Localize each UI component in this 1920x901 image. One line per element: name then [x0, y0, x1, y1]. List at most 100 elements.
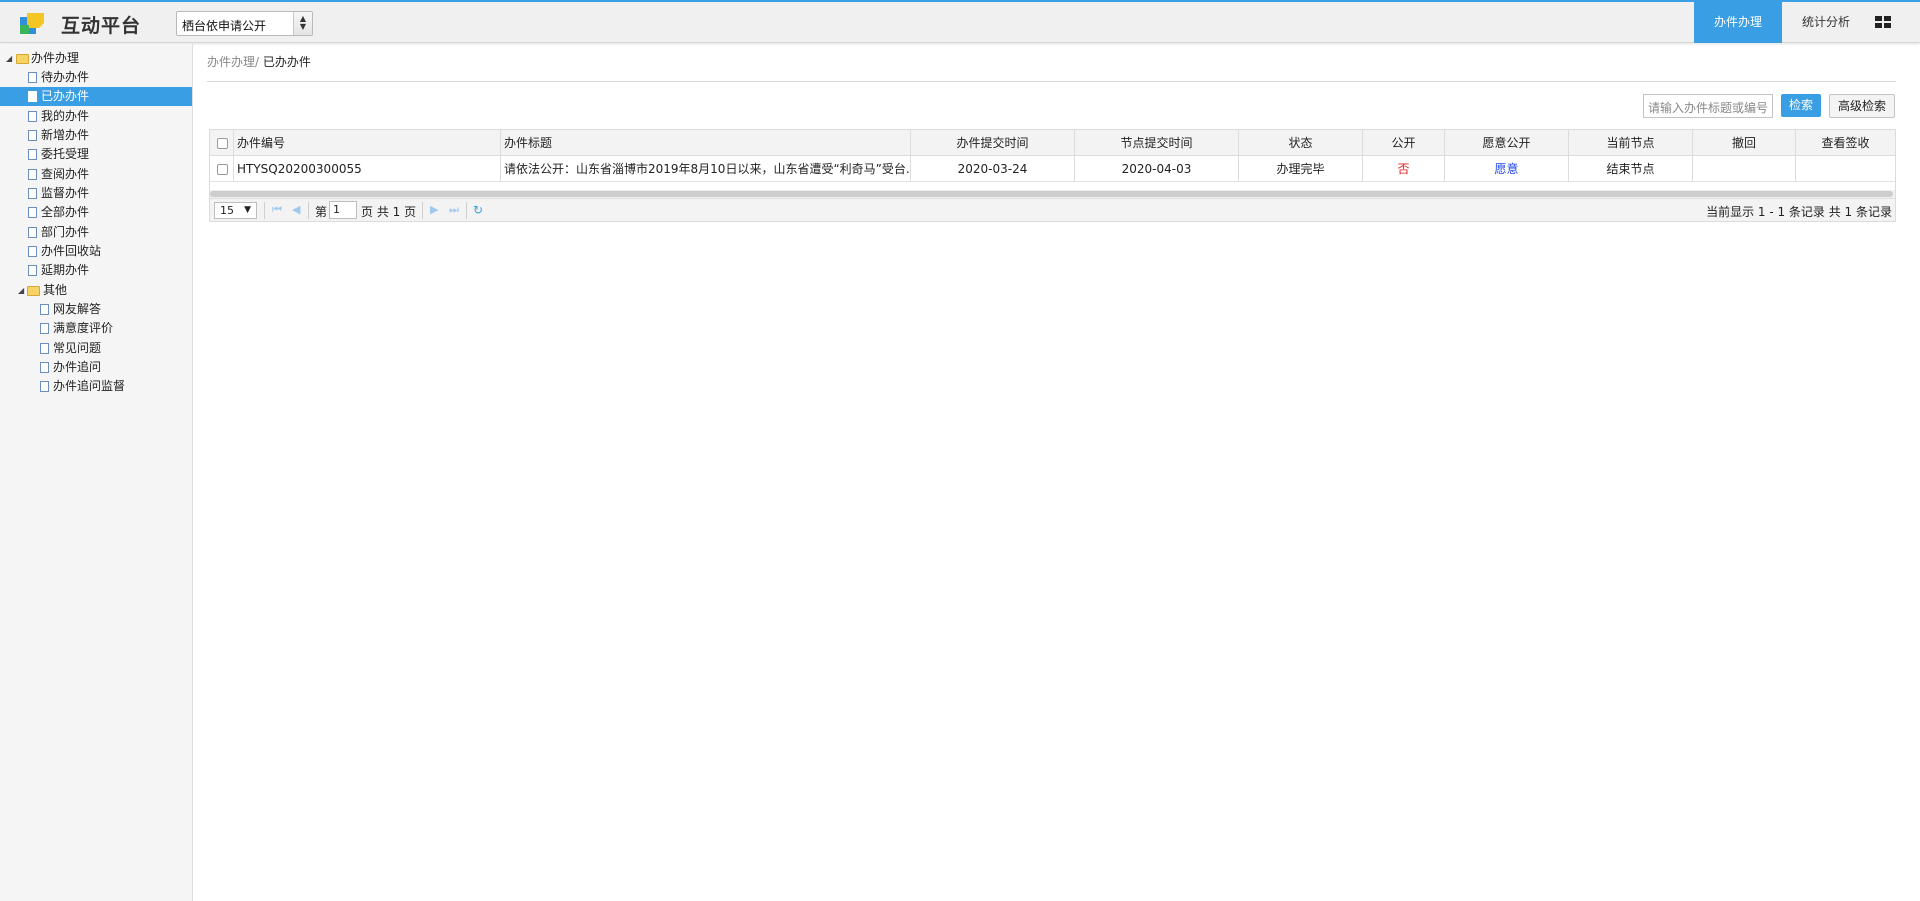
file-icon [40, 304, 49, 315]
sidebar-item-pending[interactable]: 待办办件 [0, 68, 192, 87]
sidebar-item-extended[interactable]: 延期办件 [0, 261, 192, 280]
row-checkbox[interactable] [217, 164, 228, 175]
collapse-icon[interactable]: ◢ [6, 49, 12, 68]
tab-statistics[interactable]: 统计分析 [1782, 2, 1870, 43]
site-select-value: 栖台依申请公开 [182, 19, 267, 33]
file-icon [40, 381, 49, 392]
sidebar-item-label: 已办办件 [41, 89, 90, 103]
column-header[interactable]: 办件提交时间 [911, 130, 1075, 156]
node-time: 2020-04-03 [1075, 156, 1239, 182]
file-icon [28, 130, 37, 141]
withdraw-cell[interactable] [1693, 156, 1796, 182]
column-header[interactable]: 办件标题 [501, 130, 911, 156]
app-logo-icon [20, 13, 44, 34]
divider [308, 202, 309, 219]
breadcrumb-parent[interactable]: 办件办理/ [207, 55, 259, 69]
page-number-input[interactable]: 1 [329, 201, 357, 219]
sidebar-item-label: 延期办件 [41, 263, 90, 277]
first-page-icon[interactable]: ⏮ [272, 204, 282, 216]
sidebar-item-label: 办件追问 [53, 360, 102, 374]
sidebar-item-delegated[interactable]: 委托受理 [0, 145, 192, 164]
sidebar-item-my-cases[interactable]: 我的办件 [0, 107, 192, 126]
sidebar-item-department[interactable]: 部门办件 [0, 223, 192, 242]
column-header[interactable]: 公开 [1363, 130, 1445, 156]
sidebar-item-all[interactable]: 全部办件 [0, 203, 192, 222]
column-header[interactable]: 办件编号 [234, 130, 501, 156]
file-icon [28, 169, 37, 180]
search-input[interactable]: 请输入办件标题或编号 [1643, 94, 1773, 118]
sidebar-item-label: 办件回收站 [41, 244, 102, 258]
sidebar-item-recycle-bin[interactable]: 办件回收站 [0, 242, 192, 261]
sidebar-item-label: 网友解答 [53, 302, 102, 316]
collapse-icon[interactable]: ◢ [18, 281, 24, 300]
divider [207, 81, 1896, 82]
sidebar-group-other[interactable]: ◢ 其他 [0, 281, 192, 300]
search-button[interactable]: 检索 [1781, 94, 1821, 117]
tab-case-handling[interactable]: 办件办理 [1694, 2, 1782, 43]
next-page-icon[interactable]: ▶ [430, 204, 438, 216]
sidebar-item-label: 待办办件 [41, 70, 90, 84]
file-icon [28, 149, 37, 160]
column-header[interactable]: 撤回 [1693, 130, 1796, 156]
file-icon [40, 343, 49, 354]
column-header[interactable]: 节点提交时间 [1075, 130, 1239, 156]
case-title[interactable]: 请依法公开：山东省淄博市2019年8月10日以来，山东省遭受“利奇马”受台... [501, 156, 911, 182]
sidebar-item-faq[interactable]: 常见问题 [0, 339, 192, 358]
horizontal-scrollbar[interactable] [210, 190, 1895, 198]
column-header[interactable]: 查看签收 [1796, 130, 1895, 156]
file-icon [28, 72, 37, 83]
folder-icon [27, 286, 40, 296]
sidebar-item-handled[interactable]: 已办办件 [0, 87, 192, 106]
public-flag: 否 [1363, 156, 1445, 182]
status: 办理完毕 [1239, 156, 1363, 182]
divider [264, 202, 265, 219]
page-size-value: 15 [220, 204, 234, 217]
view-sign-cell[interactable] [1796, 156, 1895, 182]
pagination-bar: 15 ▼ ⏮ ◀ 第 1 页 共 1 页 ▶ ⏭ ↻ 当前显示 1 - 1 条记… [210, 198, 1895, 221]
page-total: 页 共 1 页 [361, 205, 417, 219]
sidebar-item-supervise[interactable]: 监督办件 [0, 184, 192, 203]
column-header[interactable]: 当前节点 [1569, 130, 1693, 156]
sidebar-item-view[interactable]: 查阅办件 [0, 165, 192, 184]
sidebar-item-follow-up[interactable]: 办件追问 [0, 358, 192, 377]
column-header[interactable]: 状态 [1239, 130, 1363, 156]
refresh-icon[interactable]: ↻ [473, 203, 483, 217]
last-page-icon[interactable]: ⏭ [449, 204, 459, 216]
sidebar-item-label: 我的办件 [41, 109, 90, 123]
sidebar-item-label: 常见问题 [53, 341, 102, 355]
folder-icon [16, 54, 29, 64]
file-icon [28, 91, 37, 102]
select-updown-icon: ▲ ▼ [293, 12, 312, 35]
file-icon [28, 227, 37, 238]
sidebar-item-label: 查阅办件 [41, 167, 90, 181]
sidebar-item-follow-up-supervise[interactable]: 办件追问监督 [0, 377, 192, 396]
sidebar-item-satisfaction[interactable]: 满意度评价 [0, 319, 192, 338]
table-row[interactable]: HTYSQ20200300055 请依法公开：山东省淄博市2019年8月10日以… [210, 156, 1895, 182]
breadcrumb-current: 已办办件 [262, 55, 311, 69]
breadcrumb: 办件办理/ 已办办件 [207, 53, 311, 70]
prev-page-icon[interactable]: ◀ [292, 204, 300, 216]
divider [422, 202, 423, 219]
current-node: 结束节点 [1569, 156, 1693, 182]
divider [466, 202, 467, 219]
sidebar: ◢ 办件办理 待办办件 已办办件 我的办件 新增办件 委托受理 查阅办件 监督办… [0, 44, 193, 901]
willing-public[interactable]: 愿意 [1445, 156, 1569, 182]
apps-grid-icon[interactable] [1875, 16, 1891, 29]
advanced-search-button[interactable]: 高级检索 [1829, 94, 1895, 118]
file-icon [28, 188, 37, 199]
case-id: HTYSQ20200300055 [234, 156, 501, 182]
sidebar-item-netizen-answers[interactable]: 网友解答 [0, 300, 192, 319]
page-size-select[interactable]: 15 ▼ [214, 202, 257, 219]
record-info: 当前显示 1 - 1 条记录 共 1 条记录 [1706, 205, 1892, 219]
site-select[interactable]: 栖台依申请公开 ▲ ▼ [176, 11, 313, 36]
sidebar-item-label: 办件追问监督 [53, 379, 126, 393]
sidebar-item-label: 新增办件 [41, 128, 90, 142]
scrollbar-thumb[interactable] [210, 191, 1893, 197]
sidebar-group-label: 办件办理 [31, 51, 80, 65]
sidebar-item-new-case[interactable]: 新增办件 [0, 126, 192, 145]
sidebar-item-label: 委托受理 [41, 147, 90, 161]
column-header[interactable]: 愿意公开 [1445, 130, 1569, 156]
sidebar-group-case-handling[interactable]: ◢ 办件办理 [0, 49, 192, 68]
file-icon [28, 246, 37, 257]
select-all-checkbox[interactable] [217, 138, 228, 149]
